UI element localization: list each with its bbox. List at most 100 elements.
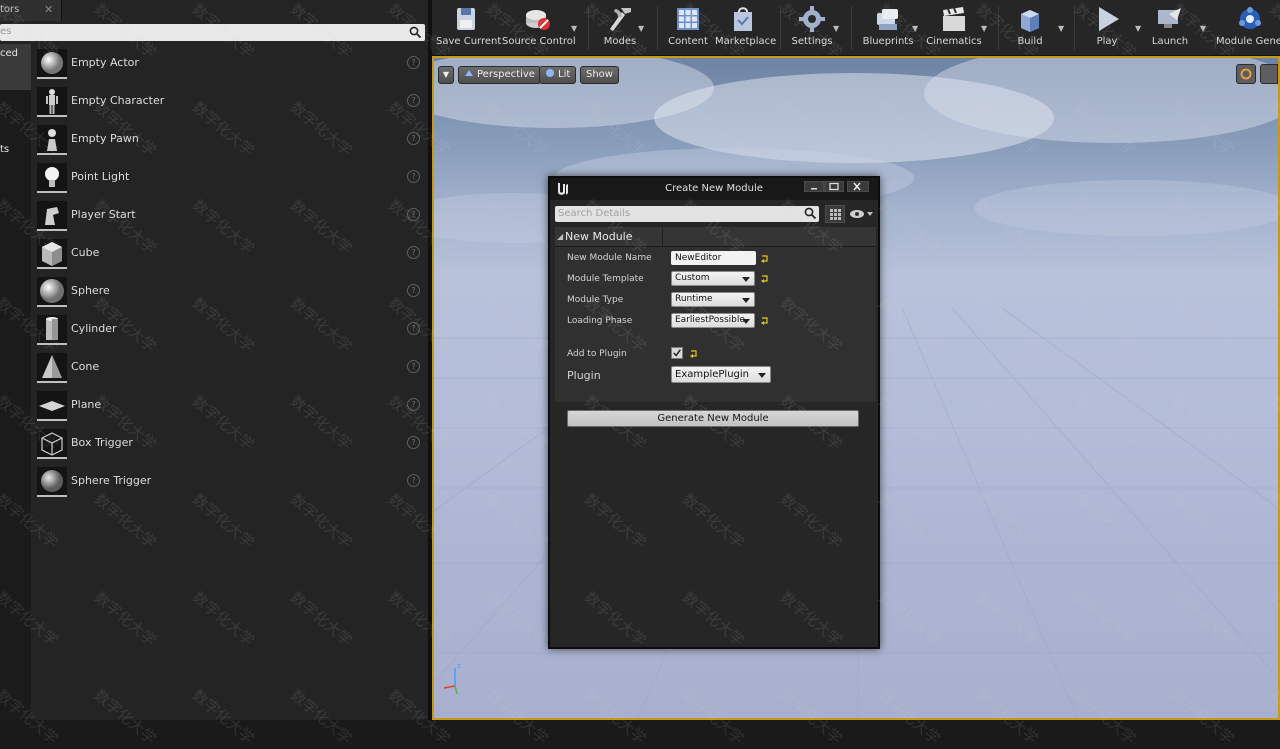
loading-phase-label: Loading Phase bbox=[567, 316, 633, 326]
transform-toggle-icon[interactable] bbox=[1236, 64, 1256, 84]
marketplace-icon bbox=[734, 7, 752, 31]
module-generator-button[interactable]: Module Genera bbox=[1216, 4, 1280, 52]
help-icon[interactable]: ? bbox=[407, 132, 420, 145]
help-icon[interactable]: ? bbox=[407, 170, 420, 183]
category-advanced[interactable]: ced bbox=[0, 44, 31, 90]
list-item-cylinder[interactable]: Cylinder ? bbox=[31, 310, 430, 348]
list-item-label: Plane bbox=[71, 398, 102, 411]
list-item-empty-actor[interactable]: Empty Actor ? bbox=[31, 44, 430, 82]
list-item-sphere-trigger[interactable]: Sphere Trigger ? bbox=[31, 462, 430, 500]
loading-phase-value: EarliestPossible bbox=[675, 315, 745, 325]
search-icon[interactable] bbox=[409, 26, 422, 39]
reset-arrow-icon[interactable] bbox=[760, 274, 769, 283]
help-icon[interactable]: ? bbox=[407, 322, 420, 335]
play-button[interactable]: Play bbox=[1087, 4, 1127, 52]
list-item-label: Empty Pawn bbox=[71, 132, 139, 145]
create-new-module-dialog: Create New Module Search Details ◢ New M… bbox=[548, 176, 880, 649]
source-control-button[interactable]: Source Control bbox=[502, 4, 576, 52]
maximize-button[interactable] bbox=[824, 181, 844, 192]
help-icon[interactable]: ? bbox=[407, 208, 420, 221]
plugin-value: ExamplePlugin bbox=[675, 369, 749, 380]
help-icon[interactable]: ? bbox=[407, 284, 420, 297]
list-item-cone[interactable]: Cone ? bbox=[31, 348, 430, 386]
perspective-button[interactable]: Perspective bbox=[458, 66, 541, 84]
view-options-button[interactable] bbox=[848, 206, 876, 222]
list-item-box-trigger[interactable]: Box Trigger ? bbox=[31, 424, 430, 462]
category-label: ced bbox=[0, 48, 18, 59]
list-item-empty-pawn[interactable]: Empty Pawn ? bbox=[31, 120, 430, 158]
help-icon[interactable]: ? bbox=[407, 474, 420, 487]
module-template-combo[interactable]: Custom bbox=[671, 271, 755, 286]
list-item-point-light[interactable]: Point Light ? bbox=[31, 158, 430, 196]
category-lights[interactable]: ts bbox=[0, 140, 31, 186]
viewport-options-button[interactable]: ▼ bbox=[438, 66, 454, 84]
minimize-button[interactable] bbox=[804, 181, 824, 192]
chevron-down-icon[interactable]: ▼ bbox=[981, 24, 987, 33]
panel-tab[interactable]: tors ✕ bbox=[0, 0, 62, 21]
lit-button[interactable]: Lit bbox=[539, 66, 577, 84]
grid-icon bbox=[830, 209, 841, 220]
reset-arrow-icon[interactable] bbox=[760, 316, 769, 325]
toolbar-label: Source Control bbox=[502, 36, 576, 47]
perspective-icon bbox=[465, 70, 473, 76]
category-label: New Module bbox=[565, 230, 633, 243]
module-template-label: Module Template bbox=[567, 274, 644, 284]
property-matrix-button[interactable] bbox=[825, 205, 845, 223]
help-icon[interactable]: ? bbox=[407, 360, 420, 373]
dropdown-arrow-icon bbox=[742, 277, 750, 282]
marketplace-button[interactable]: Marketplace bbox=[715, 4, 776, 52]
new-module-category[interactable]: ◢ New Module bbox=[555, 227, 876, 247]
modes-button[interactable]: Modes bbox=[600, 4, 640, 52]
chevron-down-icon[interactable]: ▼ bbox=[1200, 24, 1206, 33]
module-type-value: Runtime bbox=[675, 294, 713, 304]
modes-icon bbox=[610, 8, 631, 31]
collapse-arrow-icon[interactable]: ◢ bbox=[557, 232, 563, 241]
help-icon[interactable]: ? bbox=[407, 94, 420, 107]
search-details-input[interactable]: Search Details bbox=[555, 206, 819, 222]
loading-phase-combo[interactable]: EarliestPossible bbox=[671, 313, 755, 328]
launch-button[interactable]: Launch bbox=[1148, 4, 1192, 52]
search-input[interactable]: es bbox=[0, 24, 425, 41]
module-type-combo[interactable]: Runtime bbox=[671, 292, 755, 307]
chevron-down-icon[interactable]: ▼ bbox=[833, 24, 839, 33]
blueprints-button[interactable]: Blueprints bbox=[862, 4, 914, 52]
reset-arrow-icon[interactable] bbox=[689, 349, 698, 358]
snap-toggle-icon[interactable] bbox=[1260, 64, 1278, 84]
list-item-player-start[interactable]: Player Start ? bbox=[31, 196, 430, 234]
cinematics-button[interactable]: Cinematics bbox=[926, 4, 982, 52]
list-item-cube[interactable]: Cube ? bbox=[31, 234, 430, 272]
close-icon[interactable]: ✕ bbox=[44, 3, 53, 16]
show-button[interactable]: Show bbox=[580, 66, 619, 84]
build-button[interactable]: Build bbox=[1010, 4, 1050, 52]
toolbar-label: Modes bbox=[603, 36, 637, 47]
column-splitter[interactable] bbox=[662, 227, 663, 247]
add-to-plugin-checkbox[interactable] bbox=[671, 347, 683, 359]
close-button[interactable] bbox=[847, 181, 869, 192]
help-icon[interactable]: ? bbox=[407, 398, 420, 411]
plugin-label: Plugin bbox=[567, 369, 601, 382]
chevron-down-icon[interactable]: ▼ bbox=[912, 24, 918, 33]
chevron-down-icon[interactable]: ▼ bbox=[571, 24, 577, 33]
list-item-sphere[interactable]: Sphere ? bbox=[31, 272, 430, 310]
generate-new-module-button[interactable]: Generate New Module bbox=[567, 410, 859, 427]
perspective-label: Perspective bbox=[477, 69, 535, 80]
module-name-field[interactable]: NewEditor bbox=[671, 251, 756, 265]
list-item-empty-character[interactable]: Empty Character ? bbox=[31, 82, 430, 120]
chevron-down-icon[interactable]: ▼ bbox=[1135, 24, 1141, 33]
settings-button[interactable]: Settings bbox=[790, 4, 834, 52]
reset-arrow-icon[interactable] bbox=[760, 254, 769, 263]
list-item-plane[interactable]: Plane ? bbox=[31, 386, 430, 424]
chevron-down-icon[interactable]: ▼ bbox=[638, 24, 644, 33]
chevron-down-icon[interactable]: ▼ bbox=[1058, 24, 1064, 33]
content-button[interactable]: Content bbox=[668, 4, 708, 52]
plugin-combo[interactable]: ExamplePlugin bbox=[671, 366, 771, 383]
help-icon[interactable]: ? bbox=[407, 436, 420, 449]
help-icon[interactable]: ? bbox=[407, 56, 420, 69]
dialog-titlebar[interactable]: Create New Module bbox=[550, 178, 878, 200]
save-icon bbox=[457, 8, 475, 30]
help-icon[interactable]: ? bbox=[407, 246, 420, 259]
build-icon bbox=[1021, 10, 1039, 32]
dropdown-arrow-icon bbox=[742, 298, 750, 303]
save-current-button[interactable]: Save Current bbox=[436, 4, 501, 52]
box-trigger-icon bbox=[37, 429, 67, 459]
